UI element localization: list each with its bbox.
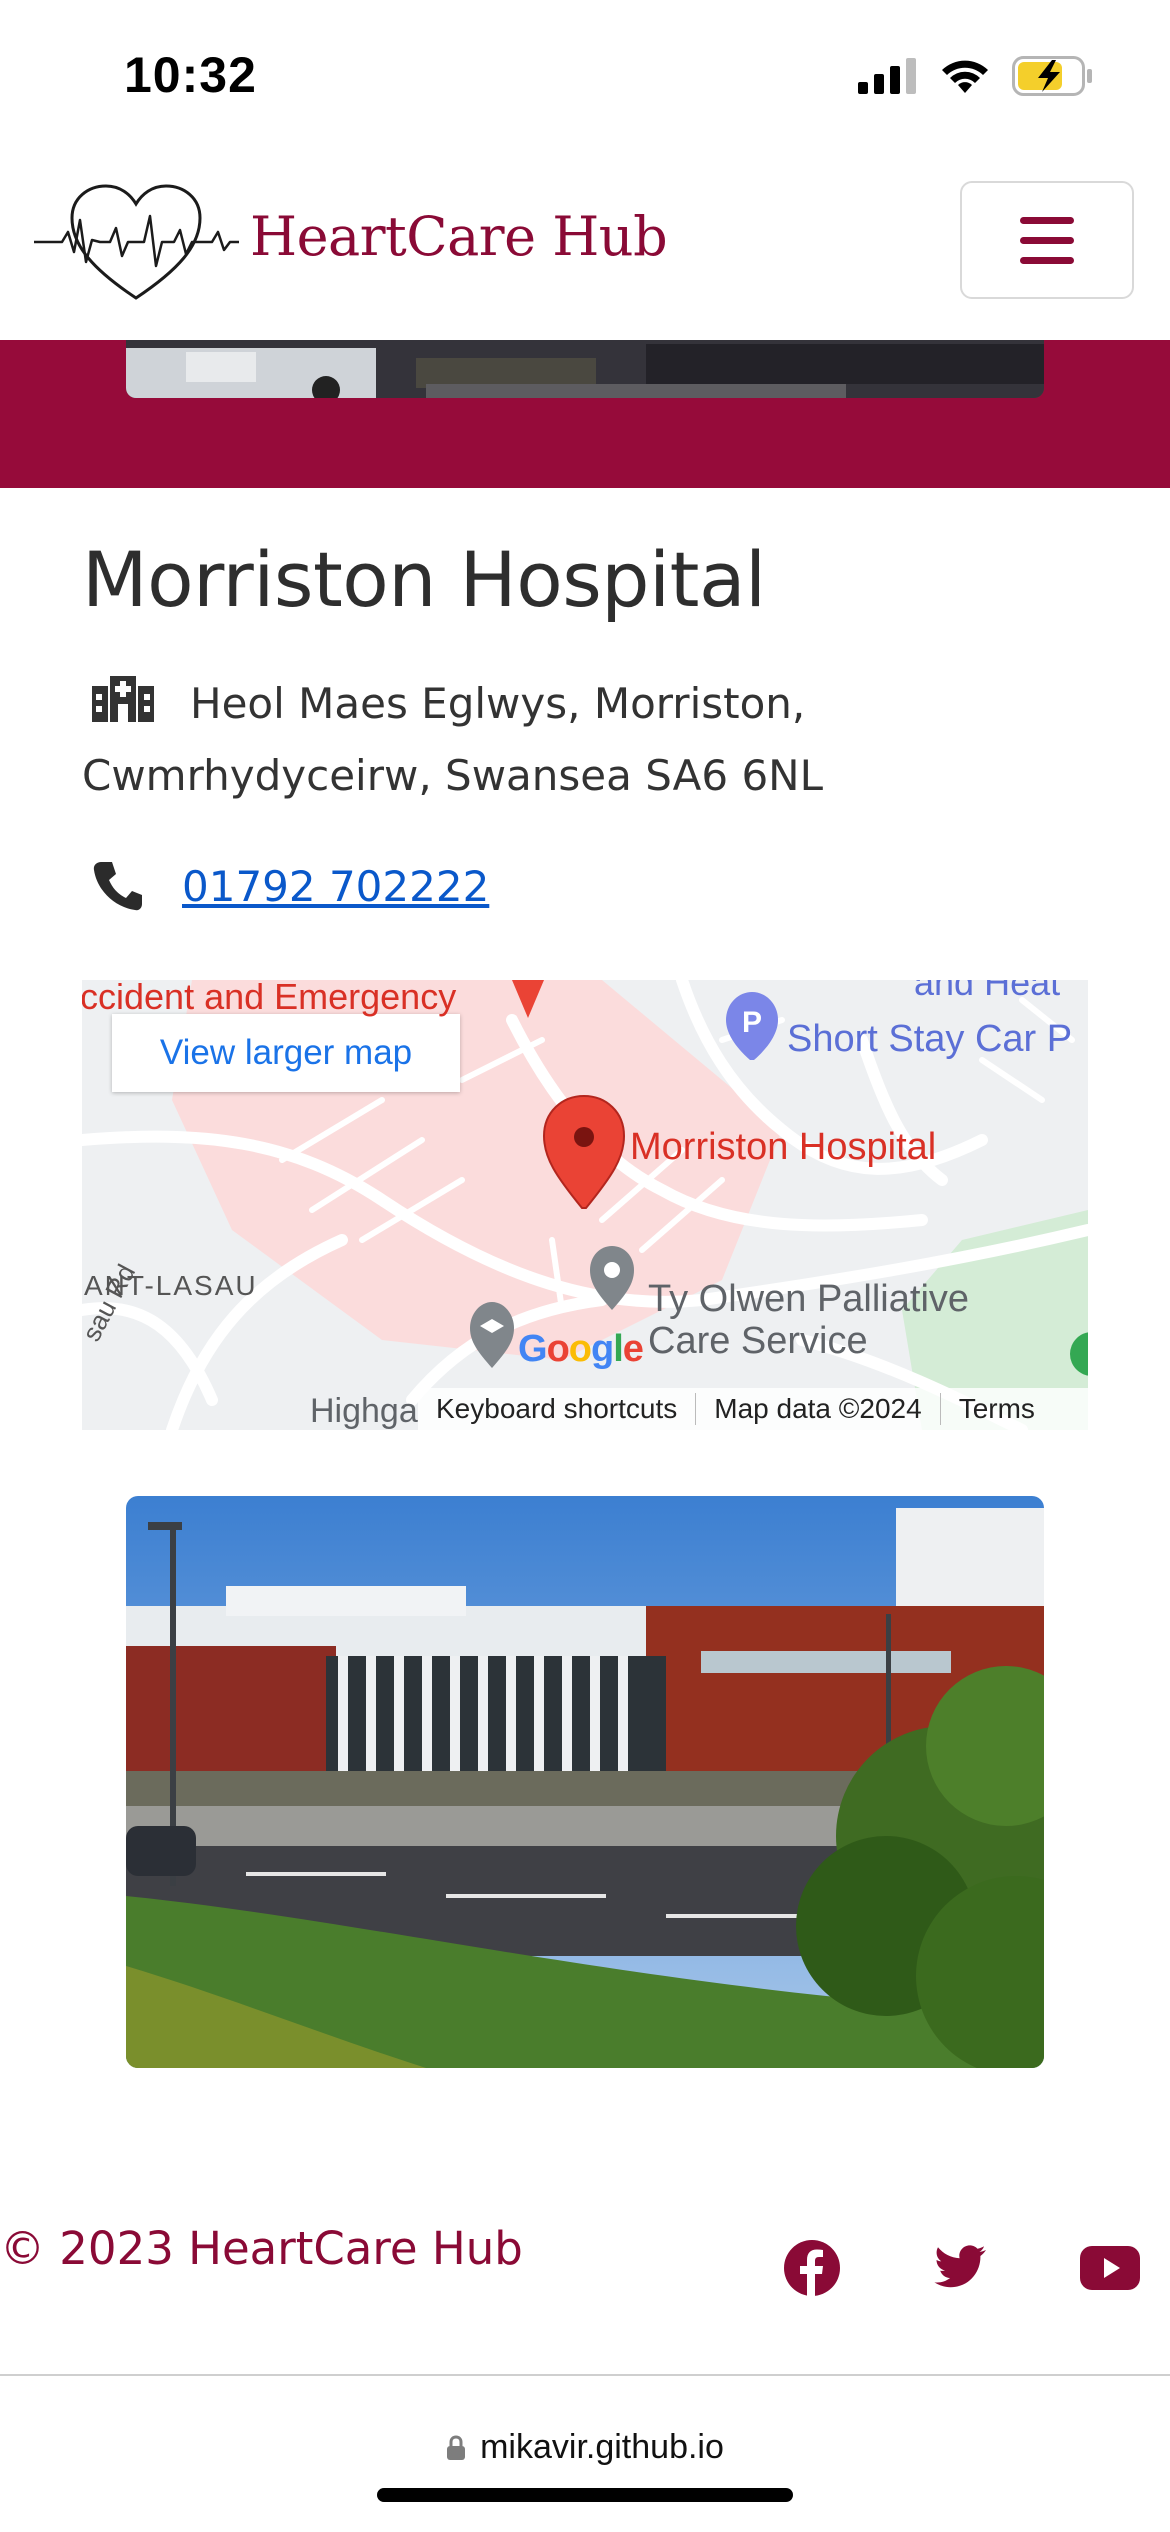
map-attribution-bar: Keyboard shortcuts Map data ©2024 Terms xyxy=(418,1388,1088,1430)
hospital-photo-graphic xyxy=(126,1496,1044,2068)
heart-ekg-logo-icon[interactable] xyxy=(34,180,239,305)
address-text: Heol Maes Eglwys, Morriston, Cwmrhydycei… xyxy=(82,679,823,800)
map-label-palliative-line1[interactable]: Ty Olwen Palliative xyxy=(648,1278,969,1321)
status-time: 10:32 xyxy=(124,47,257,103)
hamburger-bar xyxy=(1020,256,1074,264)
map-label-morriston-hospital[interactable]: Morriston Hospital xyxy=(630,1126,936,1169)
map-label-palliative-line2[interactable]: Care Service xyxy=(648,1320,868,1363)
battery-charging-icon xyxy=(1012,56,1092,96)
embedded-map[interactable]: P View larger map ccident and Emergency … xyxy=(82,980,1088,1430)
copyright-text: © 2023 HeartCare Hub xyxy=(0,2222,523,2275)
hamburger-menu-icon xyxy=(1020,216,1074,224)
navbar: HeartCare Hub xyxy=(0,150,1170,340)
status-bar: 10:32 xyxy=(0,0,1170,150)
map-label-bottom-road: Highga xyxy=(310,1392,418,1430)
map-label-top-right: and Heat xyxy=(914,980,1061,1003)
wifi-icon xyxy=(942,60,988,93)
terms-link[interactable]: Terms xyxy=(941,1393,1053,1425)
map-data-label: Map data ©2024 xyxy=(696,1393,941,1425)
hospital-icon xyxy=(92,676,154,722)
view-larger-map-link[interactable]: View larger map xyxy=(112,1014,460,1092)
hero-image xyxy=(126,338,1044,398)
browser-address-bar[interactable]: mikavir.github.io xyxy=(0,2374,1170,2532)
hero-image-graphic xyxy=(126,338,1044,398)
cellular-signal-icon xyxy=(858,58,916,94)
google-logo: Google xyxy=(518,1328,644,1370)
hospital-photo xyxy=(126,1496,1044,2068)
map-label-accident-emergency[interactable]: ccident and Emergency xyxy=(82,980,456,1018)
svg-text:P: P xyxy=(742,1006,762,1039)
keyboard-shortcuts-link[interactable]: Keyboard shortcuts xyxy=(418,1393,697,1425)
url-text[interactable]: mikavir.github.io xyxy=(480,2428,724,2467)
menu-toggle-button[interactable] xyxy=(960,181,1134,299)
page-title: Morriston Hospital xyxy=(82,535,766,624)
status-icons xyxy=(858,56,1094,96)
hamburger-bar xyxy=(1020,236,1074,244)
site-footer: © 2023 HeartCare Hub xyxy=(0,2200,1170,2370)
hospital-address: Heol Maes Eglwys, Morriston, Cwmrhydycei… xyxy=(82,668,1042,812)
facebook-icon[interactable] xyxy=(784,2240,840,2296)
phone-link[interactable]: 01792 702222 xyxy=(182,862,489,911)
home-indicator[interactable] xyxy=(377,2488,793,2502)
lock-icon xyxy=(447,2434,466,2460)
youtube-icon[interactable] xyxy=(1080,2246,1140,2290)
phone-row: 01792 702222 xyxy=(92,860,489,912)
url-row[interactable]: mikavir.github.io xyxy=(0,2428,1170,2467)
brand-name[interactable]: HeartCare Hub xyxy=(250,205,668,268)
phone-icon xyxy=(93,862,142,911)
twitter-icon[interactable] xyxy=(930,2244,986,2292)
map-label-short-stay[interactable]: Short Stay Car P xyxy=(787,1018,1072,1061)
